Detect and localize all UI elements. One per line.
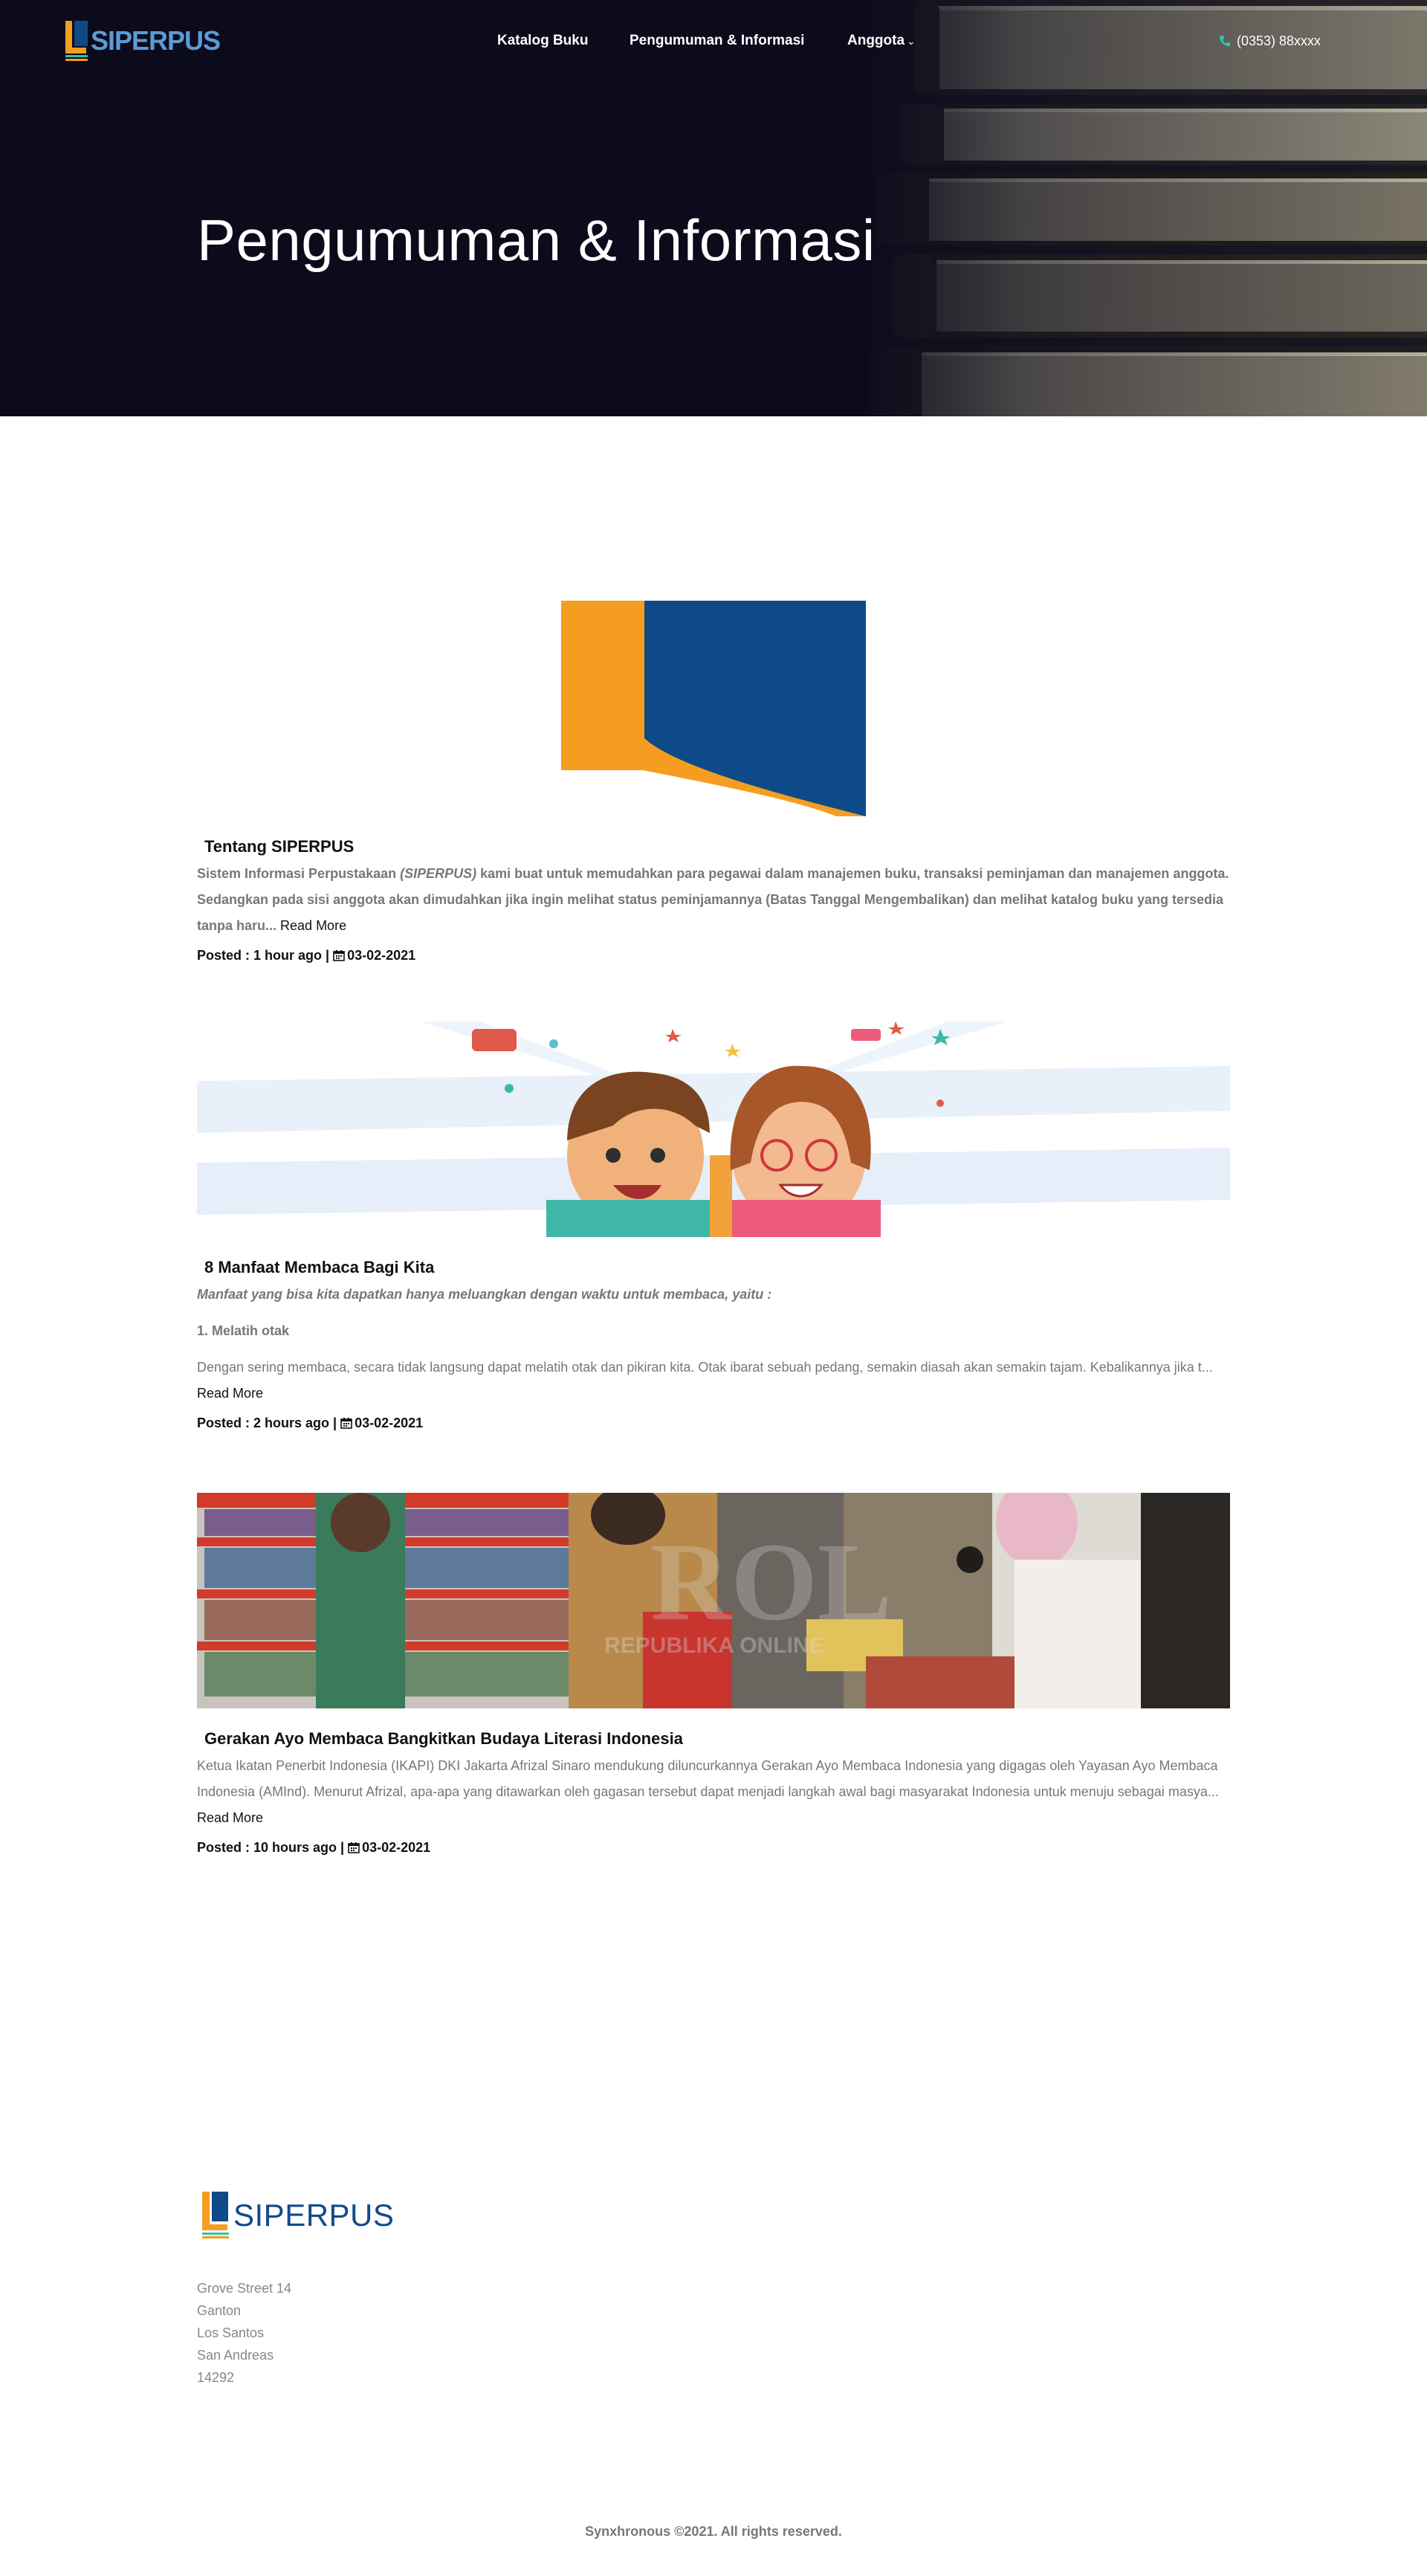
- post-image-reading-kids[interactable]: [197, 1021, 1230, 1237]
- footer-address: Grove Street 14 Ganton Los Santos San An…: [197, 2277, 291, 2389]
- read-more-link[interactable]: Read More: [197, 1386, 263, 1401]
- post-meta: Posted : 2 hours ago | 03-02-2021: [197, 1415, 1230, 1431]
- watermark-logo: ROL: [650, 1520, 892, 1644]
- address-line: Ganton: [197, 2303, 242, 2318]
- post-excerpt-emphasis: (SIPERPUS): [400, 866, 477, 881]
- footer-logo[interactable]: SIPERPUS: [199, 2187, 394, 2244]
- nav-anggota-label: Anggota: [847, 33, 905, 48]
- post-image-siperpus-logo[interactable]: [197, 601, 1230, 816]
- post-time: Posted : 2 hours ago |: [197, 1415, 337, 1430]
- chevron-down-icon: ⌄: [907, 35, 916, 47]
- calendar-icon: [348, 1842, 360, 1853]
- post-excerpt: Sistem Informasi Perpustakaan (SIPERPUS)…: [197, 861, 1230, 939]
- read-more-link[interactable]: Read More: [280, 918, 346, 933]
- post-image-book-fair[interactable]: ROL REPUBLIKA ONLINE: [197, 1493, 1230, 1708]
- post-excerpt: Dengan sering membaca, secara tidak lang…: [197, 1355, 1230, 1407]
- post-excerpt-text: Ketua Ikatan Penerbit Indonesia (IKAPI) …: [197, 1758, 1219, 1799]
- phone-number: (0353) 88xxxx: [1237, 33, 1321, 48]
- post-title[interactable]: Tentang SIPERPUS: [204, 837, 1230, 856]
- post-card: 8 Manfaat Membaca Bagi Kita Manfaat yang…: [197, 1021, 1230, 1431]
- phone-contact[interactable]: (0353) 88xxxx: [1219, 33, 1321, 49]
- post-title[interactable]: 8 Manfaat Membaca Bagi Kita: [204, 1258, 1230, 1277]
- post-intro: Manfaat yang bisa kita dapatkan hanya me…: [197, 1287, 772, 1302]
- post-excerpt-text: Sistem Informasi Perpustakaan: [197, 866, 401, 881]
- post-excerpt: Ketua Ikatan Penerbit Indonesia (IKAPI) …: [197, 1753, 1230, 1831]
- post-time: Posted : 10 hours ago |: [197, 1840, 345, 1855]
- address-line: 14292: [197, 2370, 235, 2385]
- post-date: 03-02-2021: [355, 1415, 424, 1430]
- copyright-text: Synxhronous ©2021. All rights reserved.: [585, 2524, 842, 2539]
- calendar-icon: [340, 1418, 352, 1429]
- post-date: 03-02-2021: [362, 1840, 431, 1855]
- hero-header: SIPERPUS Katalog Buku Pengumuman & Infor…: [0, 0, 1427, 416]
- address-line: San Andreas: [197, 2348, 274, 2363]
- read-more-link[interactable]: Read More: [197, 1810, 263, 1825]
- nav-pengumuman-informasi[interactable]: Pengumuman & Informasi: [630, 33, 804, 49]
- post-card: ROL REPUBLIKA ONLINE Gerakan Ayo Membaca…: [197, 1493, 1230, 1856]
- calendar-icon: [333, 950, 345, 961]
- address-line: Los Santos: [197, 2325, 265, 2340]
- logo-mark-icon: [202, 2192, 229, 2238]
- post-time: Posted : 1 hour ago |: [197, 948, 330, 963]
- post-meta: Posted : 1 hour ago | 03-02-2021: [197, 948, 1230, 963]
- post-point: 1. Melatih otak: [197, 1323, 290, 1338]
- page-title: Pengumuman & Informasi: [197, 207, 876, 273]
- nav-katalog-buku[interactable]: Katalog Buku: [497, 33, 588, 49]
- post-meta: Posted : 10 hours ago | 03-02-2021: [197, 1840, 1230, 1856]
- address-line: Grove Street 14: [197, 2281, 292, 2296]
- post-date: 03-02-2021: [347, 948, 416, 963]
- post-card: Tentang SIPERPUS Sistem Informasi Perpus…: [197, 601, 1230, 963]
- post-excerpt-text: Dengan sering membaca, secara tidak lang…: [197, 1360, 1213, 1375]
- watermark-caption: REPUBLIKA ONLINE: [604, 1633, 824, 1658]
- footer-brand-name: SIPERPUS: [233, 2198, 395, 2233]
- main-nav: Katalog Buku Pengumuman & Informasi Angg…: [0, 33, 1427, 55]
- phone-icon: [1220, 36, 1230, 46]
- post-title[interactable]: Gerakan Ayo Membaca Bangkitkan Budaya Li…: [204, 1729, 1230, 1749]
- nav-anggota[interactable]: Anggota ⌄: [847, 33, 916, 49]
